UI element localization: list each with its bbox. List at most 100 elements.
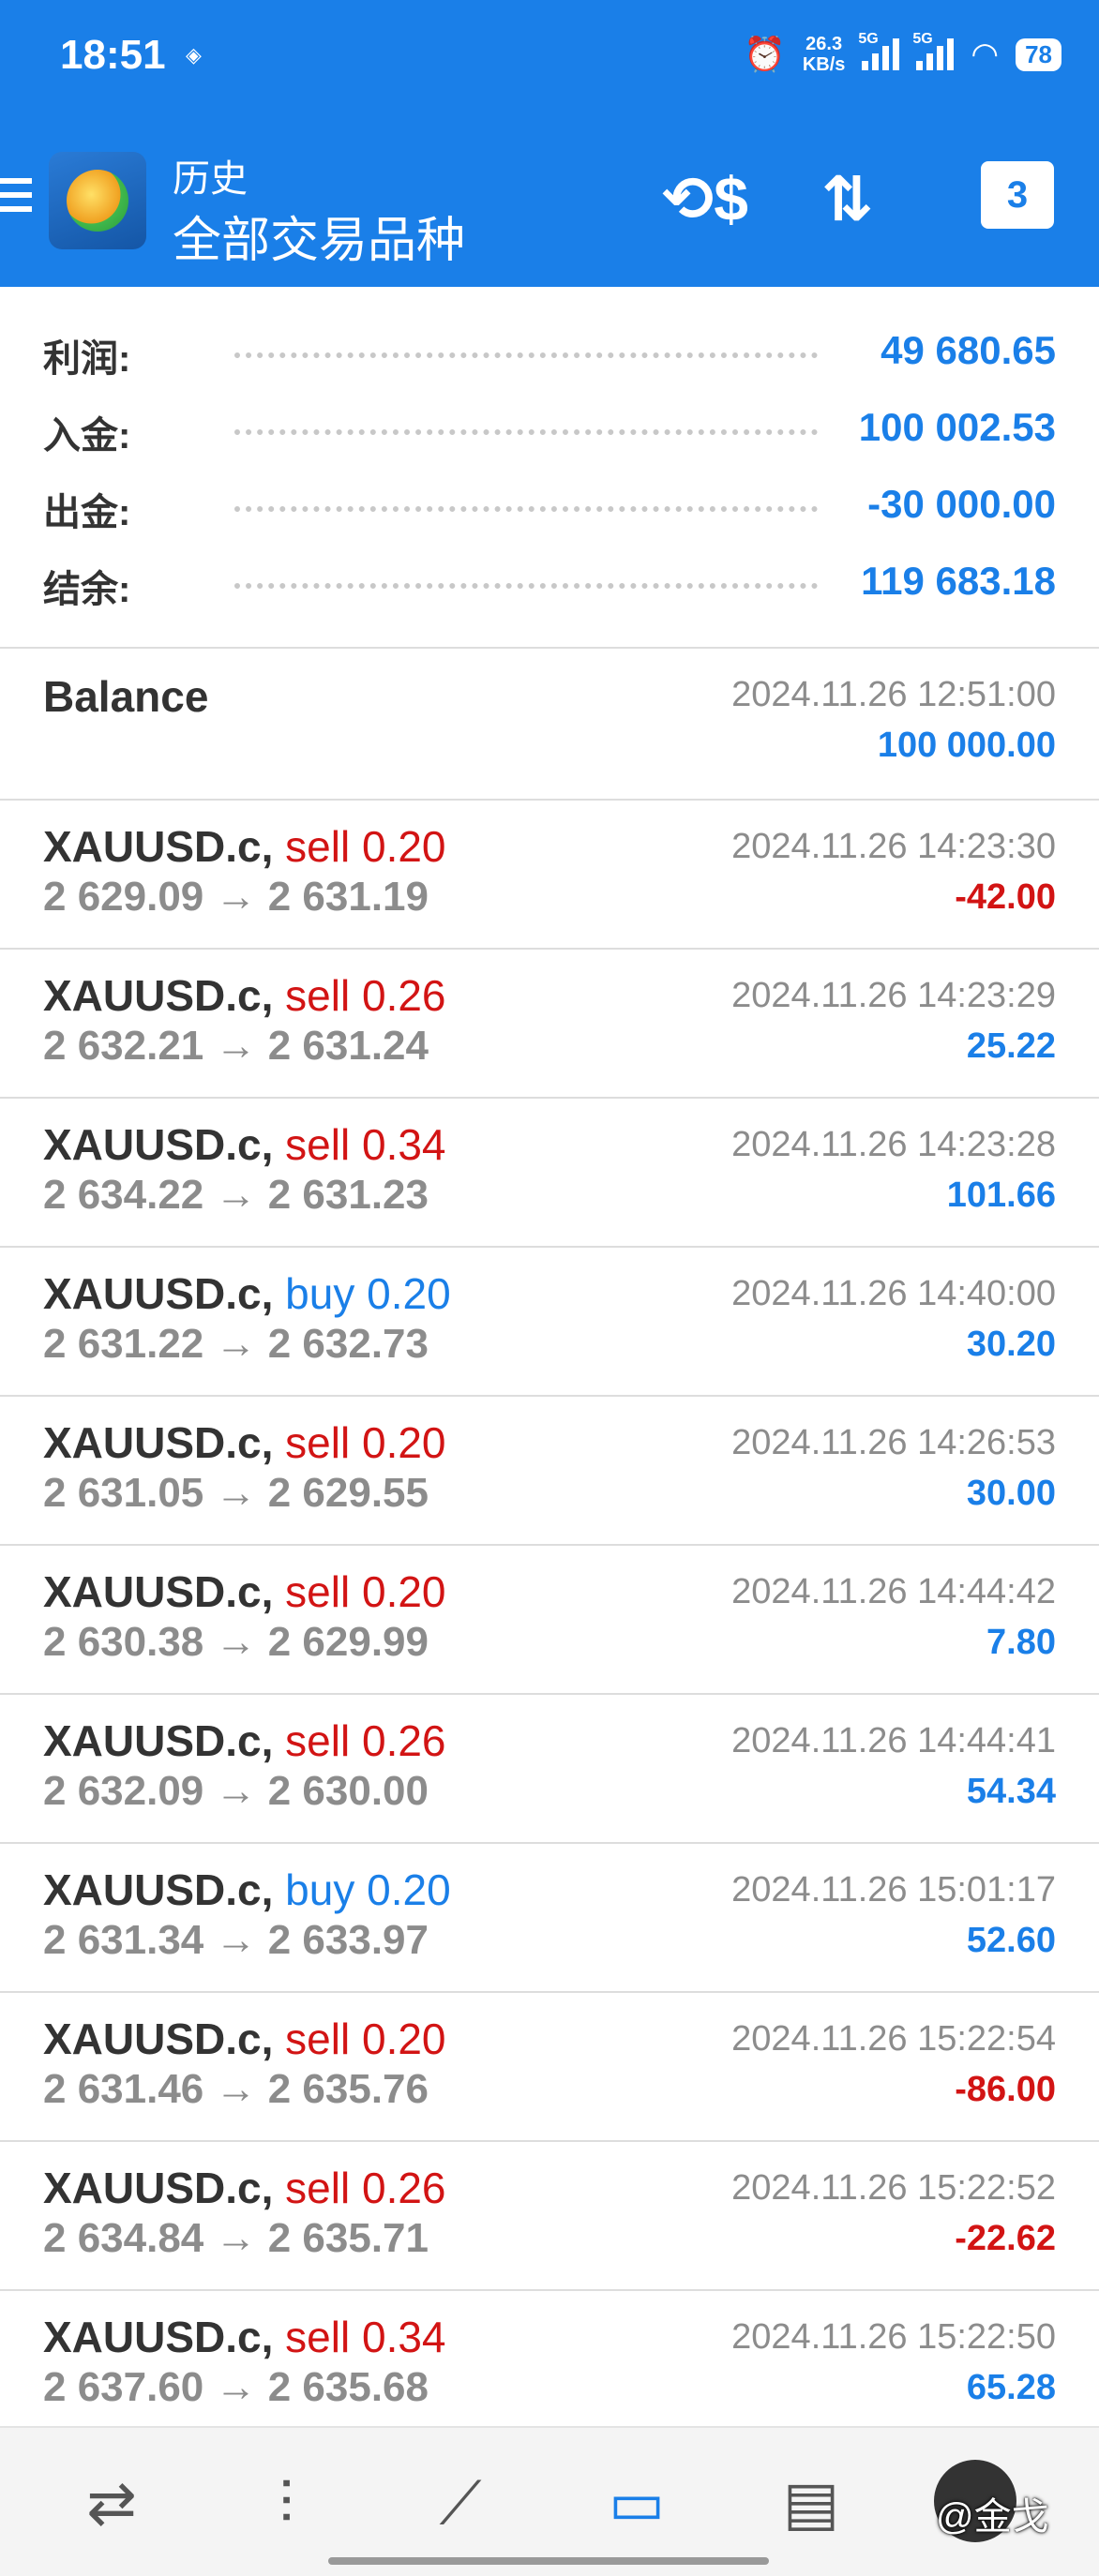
deal-side: sell [285, 971, 351, 1020]
deal-profit: 25.22 [966, 1026, 1056, 1066]
deal-prices: 2 631.34 → 2 633.97 [43, 1917, 429, 1963]
deal-row[interactable]: XAUUSD.c, sell 0.20 2 629.09 → 2 631.19 20… [0, 801, 1099, 950]
deal-prices: 2 631.05 → 2 629.55 [43, 1470, 429, 1516]
dotted-leader [234, 429, 818, 435]
deal-row[interactable]: XAUUSD.c, buy 0.20 2 631.22 → 2 632.73 202… [0, 1248, 1099, 1397]
deal-symbol: XAUUSD.c, buy 0.20 [43, 1865, 451, 1915]
deal-time: 2024.11.26 14:44:41 [731, 1721, 1056, 1760]
deal-time: 2024.11.26 15:22:52 [731, 2168, 1056, 2208]
deposit-filter-icon[interactable]: ⟲$ [662, 161, 748, 236]
deal-prices: 2 632.09 → 2 630.00 [43, 1768, 429, 1814]
deal-symbol: XAUUSD.c, sell 0.34 [43, 1119, 446, 1170]
deal-symbol: XAUUSD.c, sell 0.26 [43, 1715, 446, 1766]
deal-side: sell [285, 2014, 351, 2063]
deal-prices: 2 634.22 → 2 631.23 [43, 1172, 429, 1218]
wifi-icon: ◠ [971, 37, 1000, 72]
summary-label: 利润: [43, 338, 131, 380]
deal-profit: 101.66 [946, 1176, 1056, 1215]
menu-icon[interactable] [0, 178, 32, 220]
deal-volume: 0.26 [361, 2164, 446, 2212]
deal-row[interactable]: XAUUSD.c, sell 0.34 2 634.22 → 2 631.23 20… [0, 1099, 1099, 1248]
symbol-name: XAUUSD.c, [43, 1120, 274, 1169]
summary-row-deposit: 入金: 100 002.53 [0, 405, 1099, 461]
deal-time: 2024.11.26 12:51:00 [731, 675, 1056, 714]
trade-icon[interactable]: ⟋ [418, 2465, 503, 2540]
deal-symbol: XAUUSD.c, sell 0.26 [43, 2163, 446, 2213]
deal-symbol: XAUUSD.c, sell 0.34 [43, 2312, 446, 2362]
summary-label: 结余: [43, 569, 131, 610]
deal-symbol: XAUUSD.c, buy 0.20 [43, 1268, 451, 1319]
deal-time: 2024.11.26 14:44:42 [731, 1572, 1056, 1611]
deal-row[interactable]: XAUUSD.c, buy 0.20 2 631.34 → 2 633.97 202… [0, 1844, 1099, 1993]
symbol-name: XAUUSD.c, [43, 2014, 274, 2063]
deal-side: sell [285, 1716, 351, 1765]
deal-prices: 2 634.84 → 2 635.71 [43, 2215, 429, 2261]
calendar-icon[interactable]: 3 [981, 161, 1054, 229]
summary-panel: 利润: 49 680.65 入金: 100 002.53 出金: -30 000… [0, 287, 1099, 649]
deal-row[interactable]: XAUUSD.c, sell 0.34 2 637.60 → 2 635.68 20… [0, 2291, 1099, 2440]
deal-symbol: XAUUSD.c, sell 0.20 [43, 1566, 446, 1617]
deal-side: buy [285, 1269, 355, 1318]
deal-row[interactable]: XAUUSD.c, sell 0.26 2 632.21 → 2 631.24 20… [0, 950, 1099, 1099]
deal-profit: -42.00 [955, 877, 1056, 917]
clock: 18:51 [60, 32, 166, 78]
symbol-name: XAUUSD.c, [43, 1865, 274, 1914]
symbol-name: XAUUSD.c, [43, 1269, 274, 1318]
symbol-name: XAUUSD.c, [43, 971, 274, 1020]
deal-symbol: XAUUSD.c, sell 0.26 [43, 970, 446, 1021]
app-header: 历史 全部交易品种 ⟲$ ⇅ 3 [0, 114, 1099, 287]
deal-row[interactable]: XAUUSD.c, sell 0.26 2 632.09 → 2 630.00 20… [0, 1695, 1099, 1844]
deal-volume: 0.26 [361, 971, 446, 1020]
deal-time: 2024.11.26 14:23:28 [731, 1125, 1056, 1164]
symbol-filter[interactable]: 全部交易品种 [173, 201, 465, 271]
dotted-leader [234, 583, 818, 589]
deal-profit: 54.34 [966, 1772, 1056, 1811]
quotes-icon[interactable]: ⇄ [69, 2465, 154, 2540]
deal-prices: 2 631.46 → 2 635.76 [43, 2066, 429, 2112]
news-icon[interactable]: ▤ [769, 2465, 853, 2540]
status-icons: ⏰ 26.3 KB/s 5G 5G ◠ 78 [744, 31, 1061, 75]
deal-side: sell [285, 1418, 351, 1467]
chart-icon[interactable]: ⫶ [244, 2465, 328, 2540]
symbol-name: XAUUSD.c, [43, 1567, 274, 1616]
deal-row[interactable]: XAUUSD.c, sell 0.26 2 634.84 → 2 635.71 20… [0, 2142, 1099, 2291]
symbol-name: XAUUSD.c, [43, 1716, 274, 1765]
deal-time: 2024.11.26 15:22:50 [731, 2317, 1056, 2357]
summary-value: 100 002.53 [858, 405, 1056, 449]
deal-volume: 0.20 [361, 2014, 446, 2063]
deal-symbol: XAUUSD.c, sell 0.20 [43, 2014, 446, 2064]
deal-row[interactable]: XAUUSD.c, sell 0.20 2 630.38 → 2 629.99 20… [0, 1546, 1099, 1695]
alarm-icon: ⏰ [744, 35, 786, 73]
deal-profit: 65.28 [966, 2368, 1056, 2407]
summary-row-profit: 利润: 49 680.65 [0, 328, 1099, 384]
watermark: @金戈 [936, 2496, 1049, 2538]
symbol-name: XAUUSD.c, [43, 1418, 274, 1467]
balance-row[interactable]: Balance 2024.11.26 12:51:00 100 000.00 [0, 649, 1099, 801]
balance-amount: 100 000.00 [877, 726, 1056, 765]
network-speed: 26.3 KB/s [803, 34, 846, 75]
location-icon: ◈ [186, 43, 202, 67]
history-icon[interactable]: ▭ [595, 2465, 679, 2540]
deal-volume: 0.34 [361, 2313, 446, 2361]
symbol-name: XAUUSD.c, [43, 2313, 274, 2361]
net-speed-value: 26.3 [805, 34, 843, 54]
deal-side: sell [285, 1120, 351, 1169]
signal-2-icon: 5G [912, 31, 955, 70]
deal-symbol: XAUUSD.c, sell 0.20 [43, 821, 446, 872]
deal-profit: -86.00 [955, 2070, 1056, 2109]
deal-prices: 2 637.60 → 2 635.68 [43, 2364, 429, 2410]
deal-prices: 2 629.09 → 2 631.19 [43, 874, 429, 920]
deal-profit: -22.62 [955, 2219, 1056, 2258]
balance-label: Balance [43, 672, 209, 721]
deal-row[interactable]: XAUUSD.c, sell 0.20 2 631.46 → 2 635.76 20… [0, 1993, 1099, 2142]
page-subtitle: 历史 [173, 158, 248, 200]
battery-icon: 78 [1016, 37, 1061, 71]
deal-time: 2024.11.26 14:26:53 [731, 1423, 1056, 1462]
deal-row[interactable]: XAUUSD.c, sell 0.20 2 631.05 → 2 629.55 20… [0, 1397, 1099, 1546]
gesture-bar[interactable] [328, 2557, 769, 2565]
deal-profit: 52.60 [966, 1921, 1056, 1960]
deal-side: sell [285, 2164, 351, 2212]
sort-icon[interactable]: ⇅ [821, 161, 873, 236]
dotted-leader [234, 352, 818, 358]
deal-prices: 2 630.38 → 2 629.99 [43, 1619, 429, 1665]
